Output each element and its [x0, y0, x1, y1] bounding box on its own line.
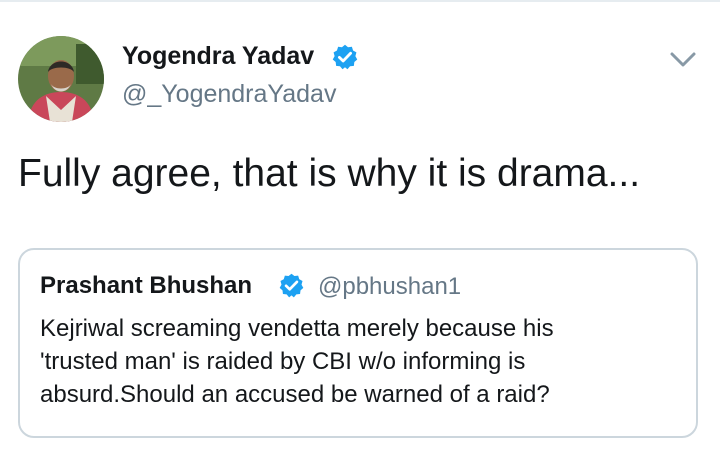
author-handle[interactable]: @_YogendraYadav: [122, 80, 336, 109]
quoted-tweet-text: Kejriwal screaming vendetta merely becau…: [40, 312, 680, 411]
top-divider: [0, 0, 720, 2]
author-avatar[interactable]: [18, 36, 104, 122]
quoted-text-line: 'trusted man' is raided by CBI w/o infor…: [40, 348, 526, 375]
quoted-text-line: absurd.Should an accused be warned of a …: [40, 381, 550, 408]
quoted-tweet-card[interactable]: Prashant Bhushan @pbhushan1 Kejriwal scr…: [18, 248, 698, 438]
quoted-author-name: Prashant Bhushan: [40, 272, 253, 299]
quoted-author-handle: @pbhushan1: [318, 273, 462, 300]
avatar-photo: [18, 36, 104, 122]
chevron-down-icon[interactable]: [666, 46, 700, 72]
tweet-text: Fully agree, that is why it is drama...: [18, 152, 641, 195]
author-name[interactable]: Yogendra Yadav: [122, 42, 314, 71]
verified-badge-icon: [279, 273, 304, 298]
quoted-text-line: Kejriwal screaming vendetta merely becau…: [40, 315, 554, 342]
verified-badge-icon: [332, 44, 358, 70]
